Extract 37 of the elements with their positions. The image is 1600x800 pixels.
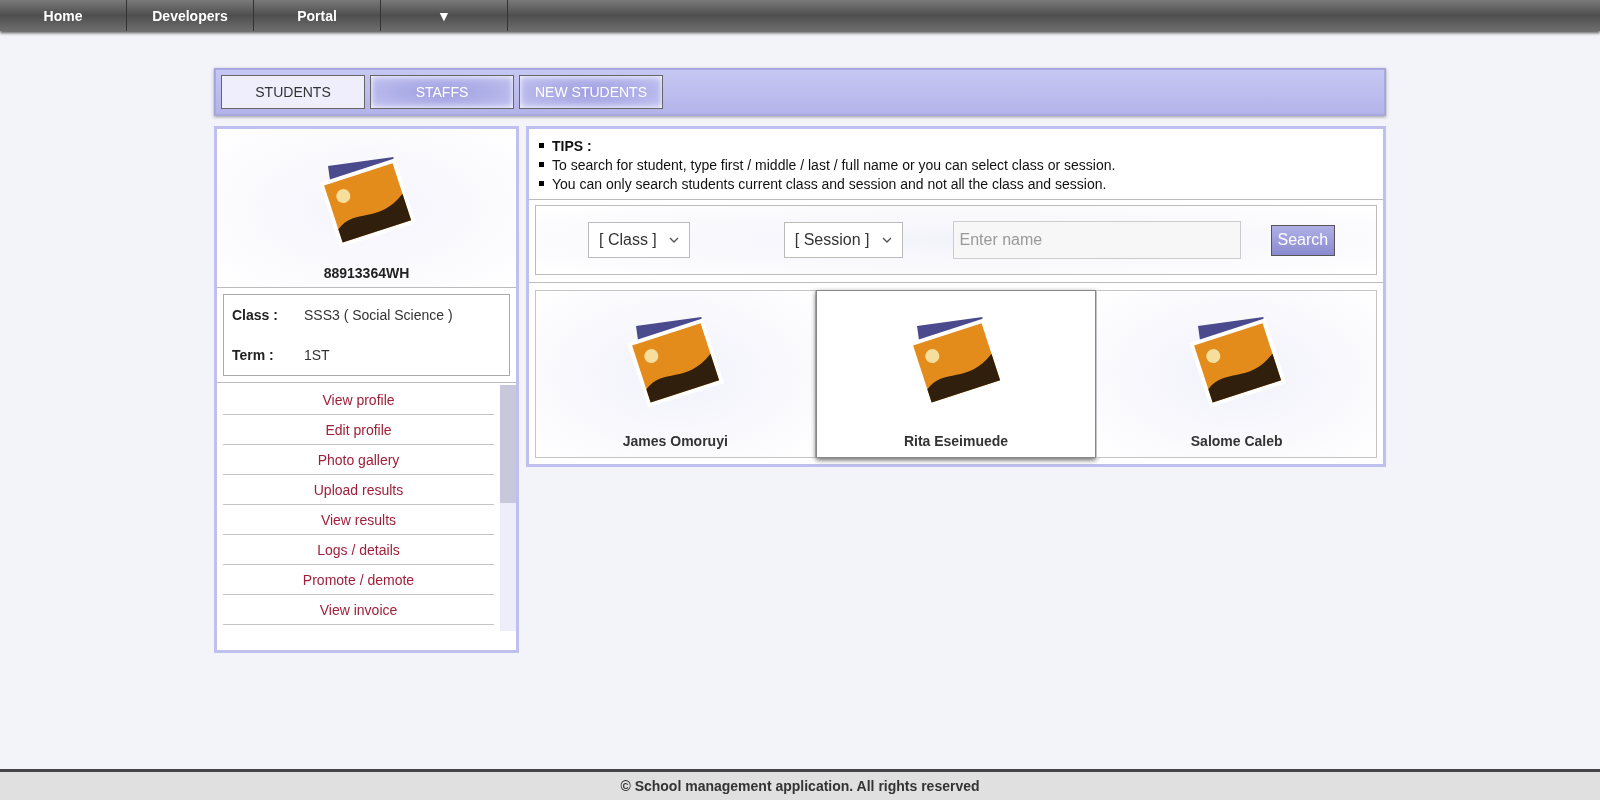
session-select[interactable]: [ Session ] (783, 222, 903, 258)
tips-heading: TIPS : (552, 137, 592, 154)
field-value: 1ST (304, 347, 331, 363)
student-name: Rita Eseimuede (903, 433, 1009, 449)
menu-link[interactable]: View profile (223, 385, 494, 415)
scrollbar[interactable] (500, 385, 516, 631)
student-id: 88913364WH (323, 265, 410, 281)
student-name: Salome Caleb (1190, 433, 1283, 449)
nav-link[interactable]: Developers (127, 0, 254, 31)
nav-link[interactable]: Home (0, 0, 127, 31)
student-card[interactable]: Salome Caleb (1096, 290, 1377, 458)
student-card[interactable]: Rita Eseimuede (815, 290, 1097, 458)
bullet-icon (539, 143, 544, 148)
nav-link[interactable]: Portal (254, 0, 381, 31)
chevron-down-icon (668, 237, 679, 243)
field-value: SSS3 ( Social Science ) (304, 307, 454, 323)
student-name: James Omoruyi (622, 433, 728, 449)
tip-text: You can only search students current class and session and not all the class and session. (552, 175, 1107, 192)
bullet-icon (539, 181, 544, 186)
menu-link[interactable]: View results (223, 505, 494, 535)
field-label: Class : (232, 307, 279, 323)
class-select[interactable]: [ Class ] (588, 222, 690, 258)
name-input[interactable]: Enter name (952, 221, 1241, 259)
menu-link[interactable]: Photo gallery (223, 445, 494, 475)
menu-link[interactable]: Edit profile (223, 415, 494, 445)
menu-link[interactable]: Logs / details (223, 535, 494, 565)
nav-link[interactable]: ▼ (381, 0, 508, 31)
menu-link[interactable]: Promote / demote (223, 565, 494, 595)
menu-link[interactable]: Upload results (223, 475, 494, 505)
student-card[interactable]: James Omoruyi (535, 290, 816, 458)
footer-text: © School management application. All rights reserved (620, 778, 980, 794)
bullet-icon (539, 162, 544, 167)
tab[interactable]: STUDENTS (221, 75, 365, 109)
chevron-down-icon (881, 237, 892, 243)
tip-text: To search for student, type first / middle / last / full name or you can select class or session. (552, 156, 1116, 173)
field-label: Term : (232, 347, 275, 363)
menu-link[interactable]: View invoice (223, 595, 494, 625)
